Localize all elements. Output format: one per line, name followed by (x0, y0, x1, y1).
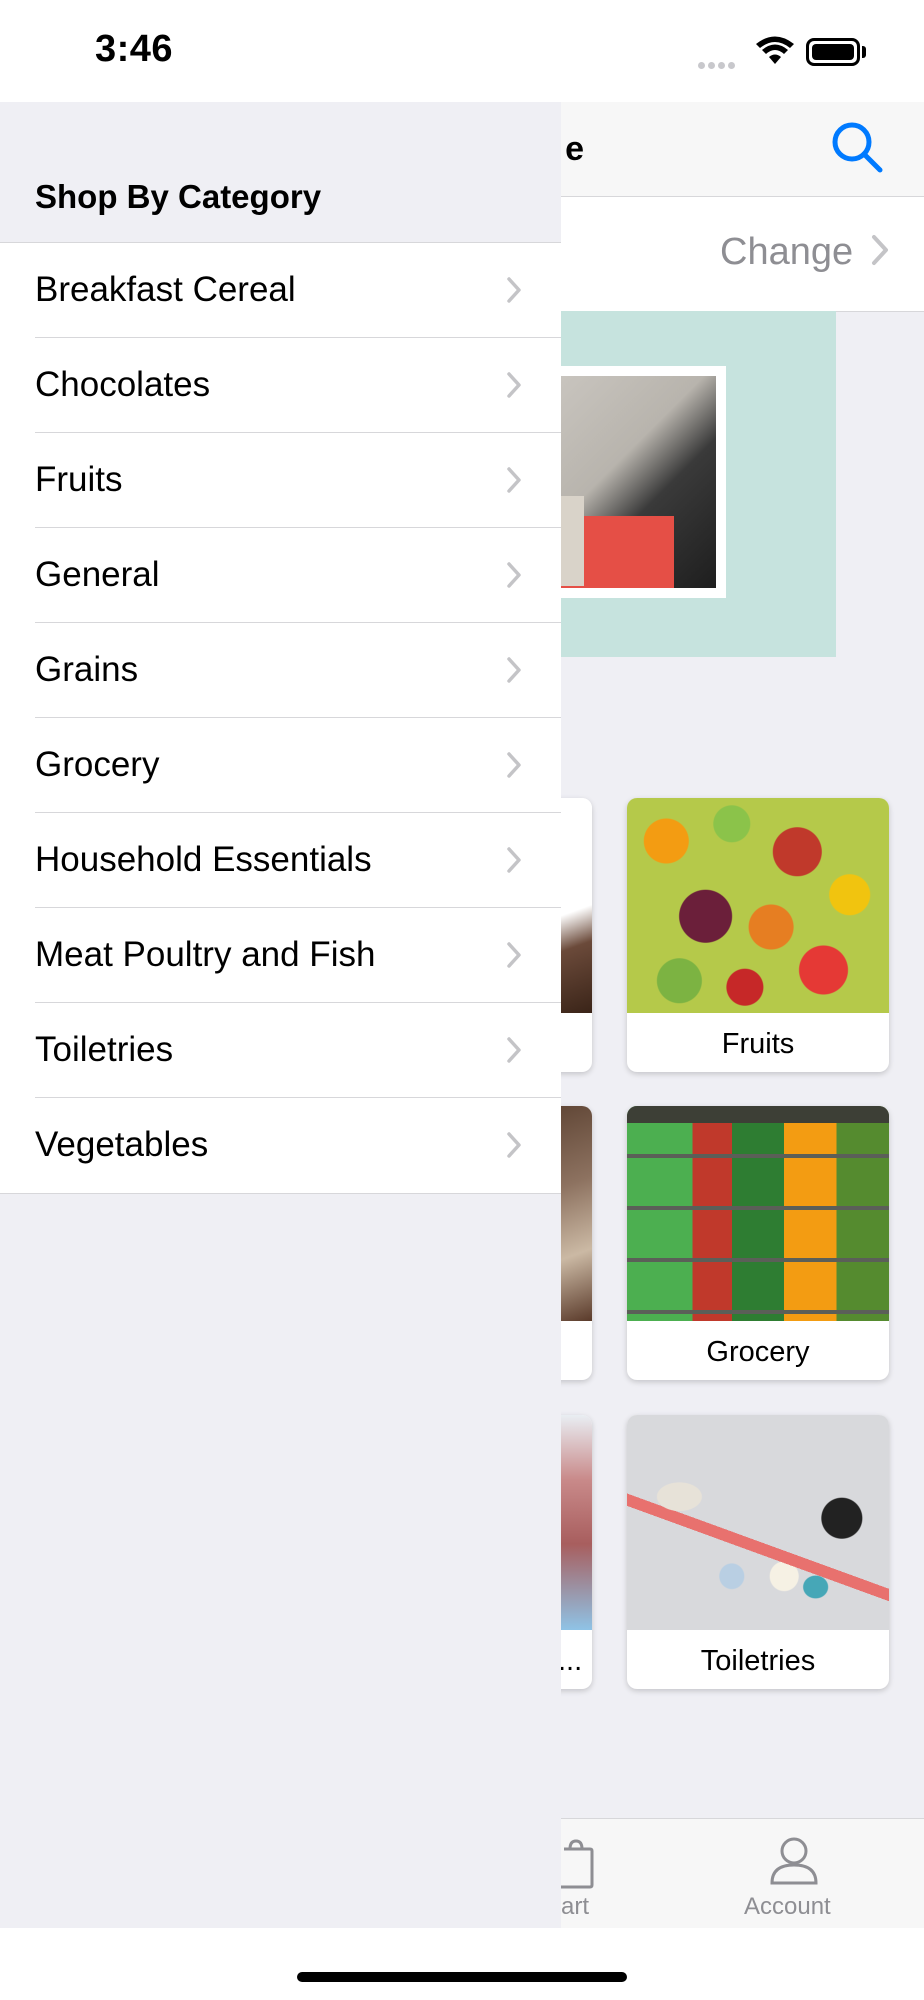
status-time: 3:46 (95, 28, 174, 70)
category-item-label: Toiletries (35, 1030, 174, 1069)
tab-cart-label[interactable]: art (561, 1893, 589, 1921)
chevron-right-icon (870, 233, 890, 272)
category-item-fruits[interactable]: Fruits (0, 433, 561, 528)
category-item-toiletries[interactable]: Toiletries (0, 1003, 561, 1098)
category-item-label: Vegetables (35, 1125, 209, 1164)
battery-cap (862, 46, 866, 58)
chevron-right-icon (506, 466, 522, 499)
battery-icon (806, 38, 860, 66)
chevron-right-icon (506, 656, 522, 689)
status-bar: 3:46 (0, 0, 924, 102)
chevron-right-icon (506, 1036, 522, 1069)
home-indicator-area (0, 1928, 924, 2000)
category-card-fruits[interactable]: Fruits (627, 798, 889, 1072)
card-label: Toiletries (700, 1645, 816, 1677)
category-item-meat-poultry-fish[interactable]: Meat Poultry and Fish (0, 908, 561, 1003)
category-item-label: Household Essentials (35, 840, 372, 879)
category-item-vegetables[interactable]: Vegetables (0, 1098, 561, 1193)
category-item-label: Meat Poultry and Fish (35, 935, 376, 974)
chevron-right-icon (506, 371, 522, 404)
menu-title: Shop By Category (35, 178, 322, 215)
toiletries-image (627, 1415, 889, 1630)
category-item-breakfast-cereal[interactable]: Breakfast Cereal (0, 243, 561, 338)
category-item-household-essentials[interactable]: Household Essentials (0, 813, 561, 908)
tab-account-label[interactable]: Account (744, 1893, 831, 1921)
account-icon[interactable] (768, 1835, 820, 1892)
category-item-label: Chocolates (35, 365, 211, 404)
category-item-label: Breakfast Cereal (35, 270, 296, 309)
category-item-grains[interactable]: Grains (0, 623, 561, 718)
category-item-label: Grocery (35, 745, 160, 784)
wifi-icon (755, 36, 795, 71)
home-indicator[interactable] (297, 1972, 627, 1982)
category-list: Breakfast Cereal Chocolates Fruits Gener… (0, 242, 561, 1194)
chevron-right-icon (506, 561, 522, 594)
chevron-right-icon (506, 941, 522, 974)
cart-icon[interactable] (556, 1839, 596, 1896)
chevron-right-icon (506, 1131, 522, 1164)
category-item-label: Grains (35, 650, 139, 689)
category-item-label: General (35, 555, 160, 594)
banner-photo (544, 366, 726, 598)
category-item-chocolates[interactable]: Chocolates (0, 338, 561, 433)
category-item-label: Fruits (35, 460, 123, 499)
category-item-grocery[interactable]: Grocery (0, 718, 561, 813)
category-card-toiletries[interactable]: Toiletries (627, 1415, 889, 1689)
cellular-signal-icon (698, 56, 738, 74)
card-label: Fruits (721, 1028, 795, 1060)
menu-header: Shop By Category (0, 102, 561, 242)
category-card-grocery[interactable]: Grocery (627, 1106, 889, 1380)
grocery-image (627, 1106, 889, 1321)
chevron-right-icon (506, 751, 522, 784)
change-location-label[interactable]: Change (720, 231, 853, 274)
chevron-right-icon (506, 276, 522, 309)
category-side-menu: Shop By Category Breakfast Cereal Chocol… (0, 102, 561, 1928)
chevron-right-icon (506, 846, 522, 879)
search-icon[interactable] (830, 120, 884, 179)
fruits-image (627, 798, 889, 1013)
card-label: Grocery (706, 1336, 810, 1368)
category-item-general[interactable]: General (0, 528, 561, 623)
